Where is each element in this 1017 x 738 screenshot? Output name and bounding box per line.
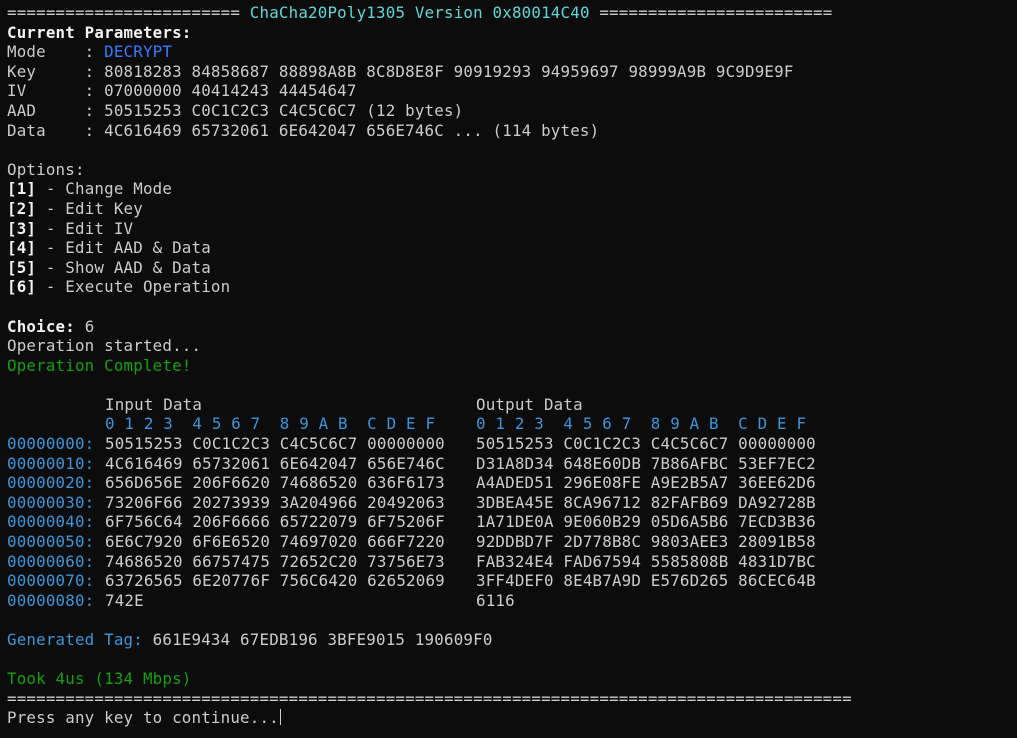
output-data-title: Output Data [476,394,583,414]
hex-input-bytes: 656D656E 206F6620 74686520 636F6173 [105,473,445,493]
hex-row: 00000020: 656D656E 206F6620 74686520 636F… [7,473,1017,493]
hex-output-bytes: 6116 [476,590,515,610]
hex-address: 00000010: [7,453,95,473]
choice-line: Choice: 6 [7,317,1017,337]
hex-address: 00000040: [7,512,95,532]
header-title: ChaCha20Poly1305 Version 0x80014C40 [249,3,590,22]
option-change-mode: [1] - Change Mode [7,179,1017,199]
hex-input-bytes: 73206F66 20273939 3A204966 20492063 [105,492,445,512]
param-iv: IV : 07000000 40414243 44454647 [7,81,357,101]
hex-address: 00000000: [7,434,95,454]
option-label: - Edit Key [36,198,143,218]
hex-output-bytes: 1A71DE0A 9E060B29 05D6A5B6 7ECD3B36 [476,512,816,532]
option-key: [3] [7,218,37,238]
hex-input-bytes: 50515253 C0C1C2C3 C4C5C6C7 00000000 [105,434,445,454]
timing-line: Took 4us (134 Mbps) [7,669,192,689]
hex-input-bytes: 4C616469 65732061 6E642047 656E746C [105,453,445,473]
choice-value: 6 [74,316,95,336]
hex-output-bytes: 92DDBD7F 2D778B8C 9803AEE3 28091B58 [476,532,816,552]
param-mode: Mode : DECRYPT [7,42,1017,62]
options-heading: Options: [7,159,85,179]
option-show-aad-data: [5] - Show AAD & Data [7,258,1017,278]
hex-input-bytes: 6F756C64 206F6666 65722079 6F75206F [105,512,445,532]
text-cursor [279,709,281,726]
input-data-title: Input Data [105,394,203,414]
option-label: - Edit AAD & Data [36,238,211,258]
option-label: - Show AAD & Data [36,257,211,277]
footer-rule: ========================================… [7,688,852,708]
hex-row: 00000030: 73206F66 20273939 3A204966 2049… [7,493,1017,513]
header-line: ======================== ChaCha20Poly130… [7,3,1017,23]
param-aad: AAD : 50515253 C0C1C2C3 C4C5C6C7 (12 byt… [7,100,464,120]
option-label: - Edit IV [36,218,134,238]
mode-value: DECRYPT [104,42,173,62]
header-rule-right: ======================== [599,3,833,22]
option-key: [1] [7,179,37,199]
option-key: [6] [7,277,37,297]
hex-column-header: 0 1 2 3 4 5 6 7 8 9 A B C D E F 0 1 2 3 … [7,414,1017,434]
output-column-header: 0 1 2 3 4 5 6 7 8 9 A B C D E F [476,414,807,434]
hex-output-bytes: D31A8D34 648E60DB 7B86AFBC 53EF7EC2 [476,453,816,473]
param-data: Data : 4C616469 65732061 6E642047 656E74… [7,120,600,140]
choice-label: Choice: [7,316,75,336]
hex-row: 00000010: 4C616469 65732061 6E642047 656E… [7,454,1017,474]
input-column-header: 0 1 2 3 4 5 6 7 8 9 A B C D E F [105,414,436,434]
option-label: - Change Mode [36,179,173,199]
option-key: [2] [7,198,37,218]
hex-output-bytes: 50515253 C0C1C2C3 C4C5C6C7 00000000 [476,434,816,454]
mode-label: Mode : [7,42,105,62]
terminal-window[interactable]: ======================== ChaCha20Poly130… [0,0,1017,738]
generated-tag-label: Generated Tag: [7,630,143,649]
hex-input-bytes: 742E [105,590,144,610]
params-heading: Current Parameters: [7,22,192,42]
param-key: Key : 80818283 84858687 88898A8B 8C8D8E8… [7,61,794,81]
continue-prompt[interactable]: Press any key to continue... [7,708,1017,728]
hex-input-bytes: 63726565 6E20776F 756C6420 62652069 [105,571,445,591]
hex-output-bytes: 3DBEA45E 8CA96712 82FAFB69 DA92728B [476,492,816,512]
hex-address: 00000070: [7,571,95,591]
option-edit-aad-data: [4] - Edit AAD & Data [7,238,1017,258]
hex-row: 00000040: 6F756C64 206F6666 65722079 6F75… [7,512,1017,532]
hex-output-bytes: 3FF4DEF0 8E4B7A9D E576D265 86CEC64B [476,571,816,591]
hex-row: 00000050: 6E6C7920 6F6E6520 74697020 666F… [7,532,1017,552]
operation-started: Operation started... [7,336,202,356]
continue-prompt-text: Press any key to continue... [7,708,279,728]
hex-output-bytes: FAB324E4 FAD67594 5585808B 4831D7BC [476,551,816,571]
option-edit-key: [2] - Edit Key [7,199,1017,219]
hex-address: 00000020: [7,473,95,493]
header-rule-left: ======================== [7,3,241,22]
hex-address: 00000080: [7,590,95,610]
hex-input-bytes: 74686520 66757475 72652C20 73756E73 [105,551,445,571]
hex-row: 00000070: 63726565 6E20776F 756C6420 6265… [7,571,1017,591]
hex-input-bytes: 6E6C7920 6F6E6520 74697020 666F7220 [105,532,445,552]
hex-row: 00000060: 74686520 66757475 72652C20 7375… [7,552,1017,572]
hex-address: 00000050: [7,532,95,552]
option-label: - Execute Operation [36,277,231,297]
generated-tag-value: 661E9434 67EDB196 3BFE9015 190609F0 [142,630,493,649]
option-key: [5] [7,257,37,277]
operation-complete: Operation Complete! [7,355,192,375]
option-execute-operation: [6] - Execute Operation [7,277,1017,297]
hex-output-bytes: A4ADED51 296E08FE A9E2B5A7 36EE62D6 [476,473,816,493]
option-key: [4] [7,238,37,258]
hex-row: 00000000: 50515253 C0C1C2C3 C4C5C6C7 0000… [7,434,1017,454]
hex-titles: Input Data Output Data [7,395,1017,415]
hex-row: 00000080: 742E 6116 [7,591,1017,611]
option-edit-iv: [3] - Edit IV [7,219,1017,239]
hex-address: 00000030: [7,492,95,512]
hex-address: 00000060: [7,551,95,571]
generated-tag-line: Generated Tag: 661E9434 67EDB196 3BFE901… [7,630,1017,650]
